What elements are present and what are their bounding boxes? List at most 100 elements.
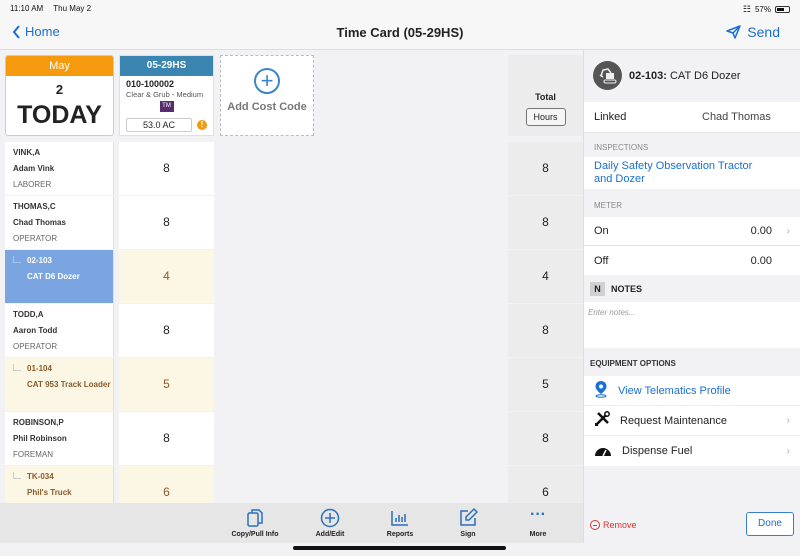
employee-name: Chad Thomas — [13, 218, 66, 227]
request-maintenance-button[interactable]: Request Maintenance › — [584, 406, 800, 436]
equipment-code: 01-104 — [27, 364, 52, 373]
bottom-toolbar: Copy/Pull Info Add/Edit Reports Sign ···… — [0, 503, 583, 543]
chevron-right-icon: › — [786, 415, 790, 426]
time-card-grid: May 2 TODAY 05-29HS 010-100002 Clear & G… — [0, 50, 583, 503]
employee-cell[interactable]: VINK,A Adam Vink LABORER — [5, 142, 114, 195]
date-day: 2 — [55, 82, 64, 97]
hours-toggle-button[interactable]: Hours — [525, 108, 566, 126]
warning-icon[interactable]: ! — [197, 120, 207, 130]
total-cell: 5 — [508, 358, 583, 411]
dispense-fuel-button[interactable]: Dispense Fuel › — [584, 436, 800, 466]
notes-input[interactable]: Enter notes... — [584, 302, 800, 348]
equipment-cell[interactable]: TK-034 Phil's Truck — [5, 466, 114, 503]
meter-off-value: 0.00 — [750, 254, 772, 267]
linked-value: Chad Thomas — [702, 111, 771, 123]
fuel-gauge-icon — [594, 443, 612, 460]
home-indicator[interactable] — [293, 546, 506, 550]
done-button[interactable]: Done — [746, 512, 794, 536]
linked-row[interactable]: Linked Chad Thomas — [584, 102, 800, 133]
table-row-equipment[interactable]: 01-104 CAT 953 Track Loader 5 5 — [5, 358, 583, 412]
equipment-cell[interactable]: 01-104 CAT 953 Track Loader — [5, 358, 114, 411]
date-card[interactable]: May 2 TODAY — [5, 55, 114, 136]
status-time: 11:10 AM — [10, 4, 44, 13]
equipment-cell[interactable]: 02-103 CAT D6 Dozer — [5, 250, 114, 303]
meter-on-label: On — [594, 225, 609, 237]
cost-code-number: 010-100002 — [126, 79, 175, 89]
employee-code: THOMAS,C — [13, 202, 56, 211]
send-label: Send — [747, 24, 780, 40]
hours-cell[interactable]: 5 — [119, 358, 214, 411]
panel-header: 02-103: CAT D6 Dozer — [584, 50, 800, 102]
table-row[interactable]: TODD,A Aaron Todd OPERATOR 8 8 — [5, 304, 583, 358]
cost-code-card[interactable]: 05-29HS 010-100002 Clear & Grub - Medium… — [119, 55, 214, 136]
hours-cell[interactable]: 6 — [119, 466, 214, 503]
table-row[interactable]: THOMAS,C Chad Thomas OPERATOR 8 8 — [5, 196, 583, 250]
table-row-equipment[interactable]: TK-034 Phil's Truck 6 6 — [5, 466, 583, 503]
employee-role: FOREMAN — [13, 450, 53, 459]
hours-cell[interactable]: 8 — [119, 412, 214, 465]
hours-cell[interactable]: 8 — [119, 196, 214, 249]
total-cell: 8 — [508, 142, 583, 195]
meter-section-label: METER — [594, 201, 622, 210]
employee-name: Aaron Todd — [13, 326, 58, 335]
plus-circle-icon: + — [254, 68, 280, 94]
total-cell: 6 — [508, 466, 583, 503]
meter-on-row[interactable]: On 0.00 › — [584, 217, 800, 246]
equipment-detail-panel: 02-103: CAT D6 Dozer Linked Chad Thomas … — [583, 50, 800, 543]
cost-code-header: 05-29HS — [120, 56, 213, 76]
notes-badge: N — [590, 281, 605, 296]
view-telematics-profile-button[interactable]: View Telematics Profile — [584, 376, 800, 406]
status-bar: 11:10 AM Thu May 2 ☷ 57% — [0, 0, 800, 16]
employee-code: ROBINSON,P — [13, 418, 64, 427]
wifi-icon: ☷ — [742, 4, 751, 14]
edit-icon — [433, 508, 503, 528]
status-date: Thu May 2 — [53, 4, 92, 13]
more-button[interactable]: ··· More — [503, 506, 573, 539]
equipment-name: CAT D6 Dozer — [669, 70, 741, 82]
excavator-icon — [593, 61, 622, 90]
hours-cell[interactable]: 8 — [119, 142, 214, 195]
panel-title: 02-103: CAT D6 Dozer — [629, 70, 741, 82]
meter-off-row[interactable]: Off 0.00 — [584, 246, 800, 275]
remove-button[interactable]: Remove — [590, 520, 637, 530]
option-label: Request Maintenance — [620, 414, 728, 427]
employee-code: VINK,A — [13, 148, 41, 157]
sign-button[interactable]: Sign — [433, 508, 503, 538]
reports-button[interactable]: Reports — [365, 508, 435, 538]
table-row[interactable]: VINK,A Adam Vink LABORER 8 8 — [5, 142, 583, 196]
employee-cell[interactable]: THOMAS,C Chad Thomas OPERATOR — [5, 196, 114, 249]
equipment-name: CAT D6 Dozer — [27, 272, 80, 281]
bar-chart-icon — [365, 508, 435, 528]
equipment-code: 02-103 — [27, 256, 52, 265]
hours-cell[interactable]: 8 — [119, 304, 214, 357]
hours-cell[interactable]: 4 — [119, 250, 214, 303]
linked-label: Linked — [594, 111, 627, 123]
tm-badge: TM — [159, 101, 174, 112]
equipment-name: Phil's Truck — [27, 488, 72, 497]
add-cost-code-button[interactable]: + Add Cost Code — [220, 55, 314, 136]
quantity-field[interactable]: 53.0 AC — [126, 118, 192, 132]
total-cell: 8 — [508, 304, 583, 357]
page-title: Time Card (05-29HS) — [336, 25, 464, 40]
tree-connector-icon — [13, 472, 21, 479]
meter-on-value: 0.00 — [750, 225, 772, 237]
send-button[interactable]: Send — [726, 24, 780, 40]
battery-percent: 57% — [754, 5, 771, 14]
add-edit-button[interactable]: Add/Edit — [295, 508, 365, 538]
notes-header: N NOTES — [584, 275, 800, 302]
total-cell: 4 — [508, 250, 583, 303]
more-icon: ··· — [530, 506, 546, 523]
employee-role: OPERATOR — [13, 234, 58, 243]
employee-cell[interactable]: ROBINSON,P Phil Robinson FOREMAN — [5, 412, 114, 465]
table-row-equipment[interactable]: 02-103 CAT D6 Dozer 4 4 — [5, 250, 583, 304]
table-row[interactable]: ROBINSON,P Phil Robinson FOREMAN 8 8 — [5, 412, 583, 466]
copy-pull-info-button[interactable]: Copy/Pull Info — [220, 508, 290, 538]
inspection-link[interactable]: Daily Safety Observation Tractor and Doz… — [584, 157, 800, 189]
equipment-code: 02-103: — [629, 70, 667, 82]
inspections-section-label: INSPECTIONS — [594, 143, 649, 152]
add-cost-code-label: Add Cost Code — [227, 101, 307, 113]
total-cell: 8 — [508, 412, 583, 465]
option-label: View Telematics Profile — [618, 384, 731, 397]
employee-cell[interactable]: TODD,A Aaron Todd OPERATOR — [5, 304, 114, 357]
employee-role: OPERATOR — [13, 342, 58, 351]
